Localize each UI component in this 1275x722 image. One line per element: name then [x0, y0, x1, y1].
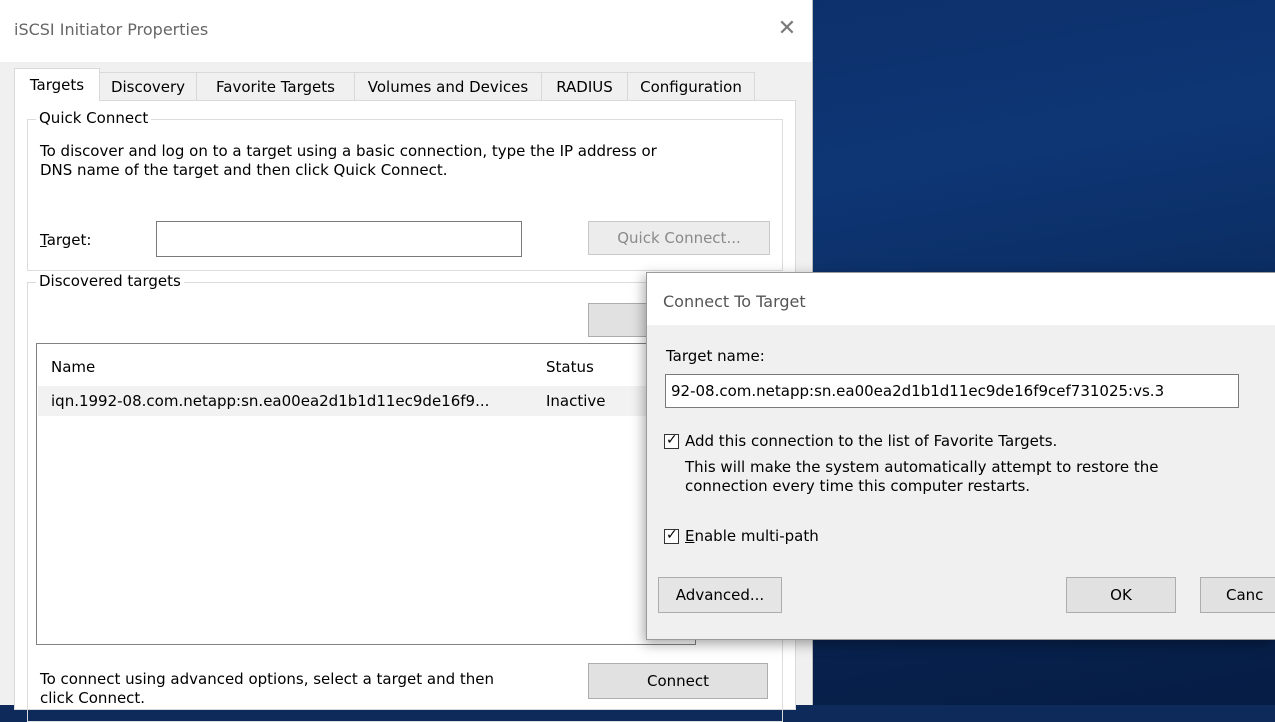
checkmark-icon: ✓ — [666, 527, 678, 543]
quick-connect-group-label: Quick Connect — [36, 109, 152, 127]
connect-hint-line1: To connect using advanced options, selec… — [40, 670, 495, 688]
discovered-targets-group-label: Discovered targets — [36, 272, 184, 290]
window-title: iSCSI Initiator Properties — [14, 20, 209, 39]
target-label-text: arget: — [46, 231, 92, 249]
target-name-cell[interactable]: iqn.1992-08.com.netapp:sn.ea00ea2d1b1d11… — [51, 392, 489, 410]
tab-favorite-targets[interactable]: Favorite Targets — [196, 72, 355, 100]
target-status-cell[interactable]: Inactive — [546, 392, 606, 410]
connect-button[interactable]: Connect — [588, 663, 768, 699]
column-header-status[interactable]: Status — [546, 358, 594, 376]
tab-configuration[interactable]: Configuration — [627, 72, 755, 100]
tab-radius[interactable]: RADIUS — [541, 72, 628, 100]
favorite-targets-checkbox[interactable]: ✓ — [664, 432, 679, 449]
connect-hint-line2: click Connect. — [40, 689, 146, 707]
connect-hint: To connect using advanced options, selec… — [40, 670, 494, 708]
tab-volumes-and-devices[interactable]: Volumes and Devices — [354, 72, 542, 100]
favorite-targets-label[interactable]: Add this connection to the list of Favor… — [685, 432, 1057, 450]
connect-dialog-title-bar[interactable]: Connect To Target — [647, 273, 1275, 325]
tab-discovery[interactable]: Discovery — [99, 72, 197, 100]
close-icon[interactable]: ✕ — [770, 12, 804, 46]
favorite-targets-note-line1: This will make the system automatically … — [685, 458, 1159, 476]
connect-to-target-dialog: Connect To Target Target name: ✓ Add thi… — [646, 272, 1275, 640]
favorite-targets-note: This will make the system automatically … — [685, 458, 1159, 496]
connect-dialog-title: Connect To Target — [663, 292, 806, 311]
cancel-button[interactable]: Canc — [1200, 577, 1275, 613]
discovered-targets-list[interactable]: Name Status iqn.1992-08.com.netapp:sn.ea… — [36, 343, 696, 645]
target-name-field[interactable] — [665, 374, 1239, 408]
title-bar[interactable]: iSCSI Initiator Properties ✕ — [0, 0, 812, 62]
quick-connect-description: To discover and log on to a target using… — [40, 142, 657, 180]
favorite-targets-note-line2: connection every time this computer rest… — [685, 477, 1031, 495]
quick-connect-group: Quick Connect To discover and log on to … — [27, 109, 783, 271]
target-label: Target: — [40, 231, 91, 249]
target-input[interactable] — [156, 221, 522, 257]
quick-connect-description-line1: To discover and log on to a target using… — [40, 142, 657, 160]
tab-targets[interactable]: Targets — [14, 68, 100, 101]
enable-multipath-checkbox[interactable]: ✓ — [664, 527, 679, 544]
enable-multipath-label[interactable]: Enable multi-path — [685, 527, 819, 545]
target-label-mnemonic: T — [40, 231, 47, 249]
column-header-name[interactable]: Name — [51, 358, 95, 376]
quick-connect-button[interactable]: Quick Connect... — [588, 221, 770, 255]
enable-multipath-label-rest: nable multi-path — [694, 527, 819, 545]
ok-button[interactable]: OK — [1066, 577, 1176, 613]
checkmark-icon: ✓ — [666, 432, 678, 448]
target-name-label: Target name: — [666, 347, 765, 365]
advanced-button[interactable]: Advanced... — [658, 577, 782, 613]
quick-connect-description-line2: DNS name of the target and then click Qu… — [40, 161, 448, 179]
